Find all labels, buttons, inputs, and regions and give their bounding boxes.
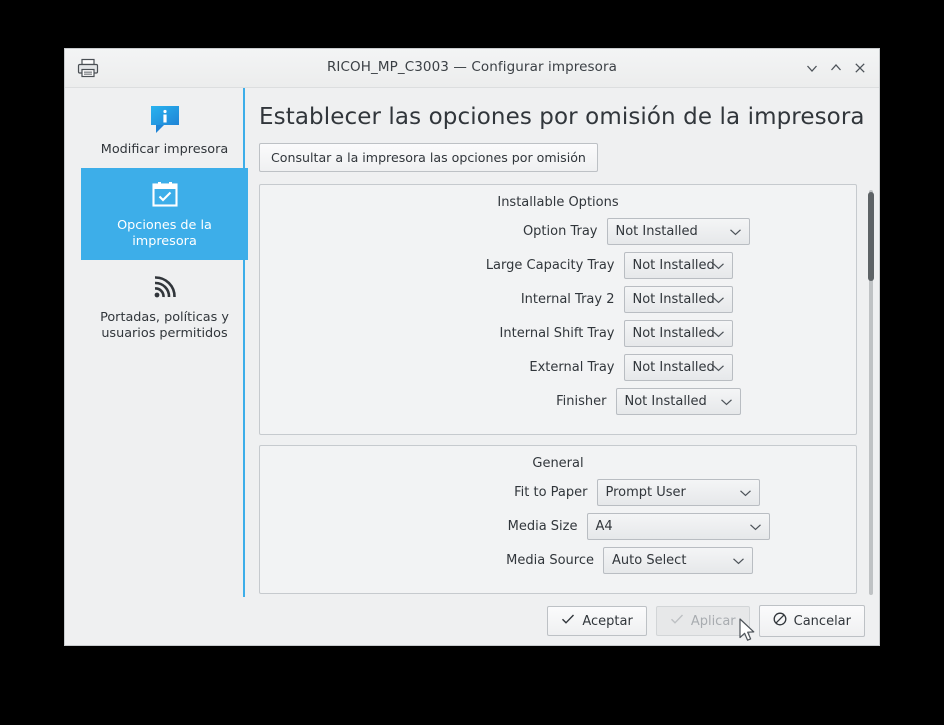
option-label: External Tray xyxy=(529,360,615,375)
accept-button[interactable]: Aceptar xyxy=(547,606,647,636)
media-size-select[interactable]: A4 xyxy=(586,513,770,540)
internal-tray-2-select[interactable]: Not Installed xyxy=(623,286,733,313)
select-value: Not Installed xyxy=(624,394,707,409)
options-scroll-area: Installable Options Option Tray Not Inst… xyxy=(259,184,879,597)
apply-button[interactable]: Aplicar xyxy=(655,606,750,636)
option-row-internal-shift-tray: Internal Shift Tray Not Installed xyxy=(260,320,856,347)
option-label: Internal Tray 2 xyxy=(520,292,615,307)
sidebar-item-opciones-de-la-impresora[interactable]: Opciones de la impresora xyxy=(81,168,248,260)
option-row-media-size: Media Size A4 xyxy=(260,513,856,540)
option-tray-select[interactable]: Not Installed xyxy=(606,218,750,245)
option-label: Finisher xyxy=(556,394,607,409)
window-title: RICOH_MP_C3003 — Configurar impresora xyxy=(326,59,618,75)
query-button-row: Consultar a la impresora las opciones po… xyxy=(259,143,879,172)
close-button[interactable] xyxy=(851,59,869,77)
sidebar-item-portadas-politicas-usuarios[interactable]: Portadas, políticas y usuarios permitido… xyxy=(81,260,248,352)
apply-button-label: Aplicar xyxy=(690,613,736,629)
select-value: Not Installed xyxy=(632,326,715,341)
check-icon xyxy=(670,613,684,629)
select-value: Not Installed xyxy=(615,224,698,239)
option-row-option-tray: Option Tray Not Installed xyxy=(260,218,856,245)
sidebar: Modificar impresora Opciones de la impre… xyxy=(65,88,248,597)
accept-button-label: Aceptar xyxy=(582,613,633,629)
dialog-button-bar: Aceptar Aplicar Cancelar xyxy=(65,597,879,645)
finisher-select[interactable]: Not Installed xyxy=(615,388,741,415)
option-row-fit-to-paper: Fit to Paper Prompt User xyxy=(260,479,856,506)
option-label: Internal Shift Tray xyxy=(499,326,615,341)
select-value: Prompt User xyxy=(605,485,686,500)
group-general: General Fit to Paper Prompt User Media S… xyxy=(259,445,857,594)
select-value: Not Installed xyxy=(632,258,715,273)
sidebar-item-modificar-impresora[interactable]: Modificar impresora xyxy=(81,92,248,168)
chevron-down-icon xyxy=(712,321,725,346)
option-label: Large Capacity Tray xyxy=(485,258,615,273)
clipboard-check-icon xyxy=(87,176,242,214)
sidebar-item-label: Modificar impresora xyxy=(100,142,229,157)
select-value: Not Installed xyxy=(632,292,715,307)
media-source-select[interactable]: Auto Select xyxy=(603,547,753,574)
option-label: Fit to Paper xyxy=(514,485,588,500)
select-value: Auto Select xyxy=(612,553,687,568)
option-label: Option Tray xyxy=(522,224,598,239)
large-capacity-tray-select[interactable]: Not Installed xyxy=(623,252,733,279)
options-list: Installable Options Option Tray Not Inst… xyxy=(259,184,857,597)
option-label: Media Size xyxy=(507,519,578,534)
chevron-down-icon xyxy=(729,219,742,244)
chevron-down-icon xyxy=(712,355,725,380)
chevron-down-icon xyxy=(739,480,752,505)
chevron-down-icon xyxy=(732,548,745,573)
internal-shift-tray-select[interactable]: Not Installed xyxy=(623,320,733,347)
option-row-external-tray: External Tray Not Installed xyxy=(260,354,856,381)
select-value: A4 xyxy=(595,519,613,534)
maximize-button[interactable] xyxy=(827,59,845,77)
options-scrollbar[interactable] xyxy=(867,190,875,595)
window-titlebar: RICOH_MP_C3003 — Configurar impresora xyxy=(65,49,879,88)
option-label: Media Source xyxy=(506,553,594,568)
check-icon xyxy=(561,613,575,629)
info-bubble-icon xyxy=(87,100,242,138)
chevron-down-icon xyxy=(749,514,762,539)
signal-waves-icon xyxy=(87,268,242,306)
chevron-down-icon xyxy=(712,253,725,278)
external-tray-select[interactable]: Not Installed xyxy=(623,354,733,381)
chevron-down-icon xyxy=(720,389,733,414)
sidebar-item-label: Opciones de la impresora xyxy=(117,218,212,249)
minimize-button[interactable] xyxy=(803,59,821,77)
fit-to-paper-select[interactable]: Prompt User xyxy=(596,479,760,506)
page-title: Establecer las opciones por omisión de l… xyxy=(259,104,865,130)
cancel-button[interactable]: Cancelar xyxy=(758,605,865,637)
select-value: Not Installed xyxy=(632,360,715,375)
window-body: Modificar impresora Opciones de la impre… xyxy=(65,88,879,597)
group-title: General xyxy=(532,456,584,471)
cancel-button-label: Cancelar xyxy=(793,613,851,629)
configure-printer-window: RICOH_MP_C3003 — Configurar impresora Mo… xyxy=(64,48,880,646)
sidebar-item-label: Portadas, políticas y usuarios permitido… xyxy=(100,310,229,341)
option-row-large-capacity-tray: Large Capacity Tray Not Installed xyxy=(260,252,856,279)
chevron-down-icon xyxy=(712,287,725,312)
scrollbar-thumb[interactable] xyxy=(868,192,874,281)
option-row-internal-tray-2: Internal Tray 2 Not Installed xyxy=(260,286,856,313)
option-row-media-source: Media Source Auto Select xyxy=(260,547,856,574)
query-printer-defaults-button[interactable]: Consultar a la impresora las opciones po… xyxy=(259,143,598,172)
group-title: Installable Options xyxy=(497,195,619,210)
option-row-finisher: Finisher Not Installed xyxy=(260,388,856,415)
prohibition-icon xyxy=(773,612,787,630)
content-pane: Establecer las opciones por omisión de l… xyxy=(245,88,879,597)
group-installable-options: Installable Options Option Tray Not Inst… xyxy=(259,184,857,435)
